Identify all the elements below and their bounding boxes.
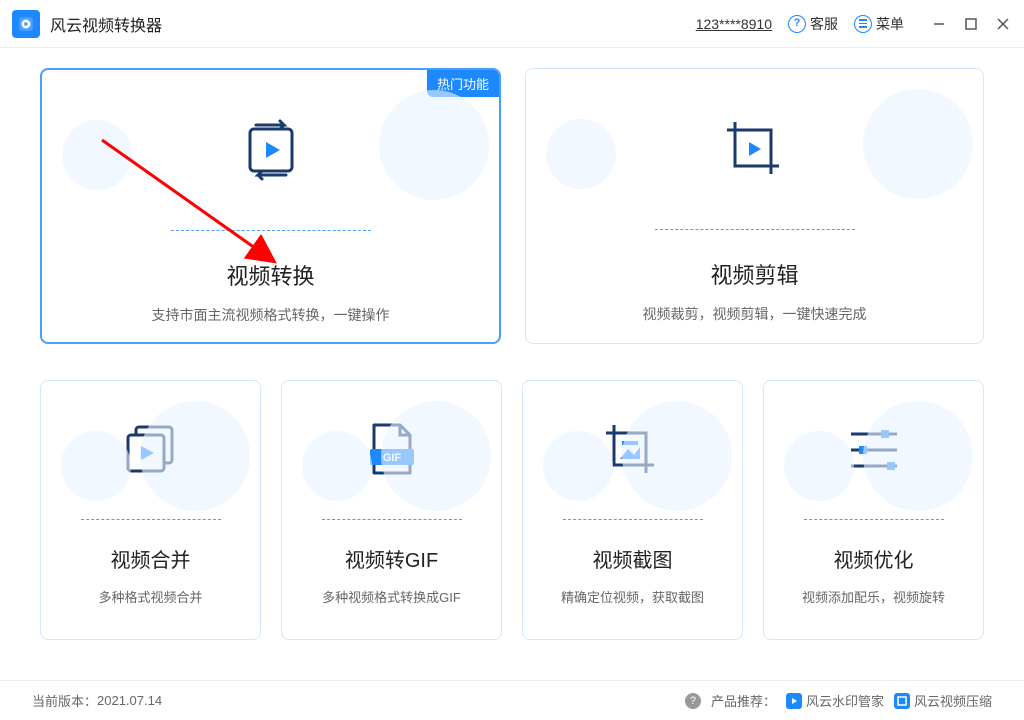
card-desc: 支持市面主流视频格式转换，一键操作 — [152, 305, 390, 325]
app-logo-icon — [12, 10, 40, 38]
card-desc: 多种格式视频合并 — [98, 587, 202, 606]
svg-text:GIF: GIF — [382, 452, 401, 464]
card-title: 视频转换 — [226, 259, 314, 291]
version-number: 2021.07.14 — [97, 693, 162, 708]
menu-button[interactable]: 菜单 — [854, 14, 904, 34]
product-icon — [786, 693, 802, 709]
card-title: 视频合并 — [111, 544, 191, 573]
support-label: 客服 — [810, 14, 838, 34]
merge-icon — [120, 419, 182, 481]
maximize-button[interactable] — [962, 15, 980, 33]
card-video-merge[interactable]: 视频合并 多种格式视频合并 — [40, 380, 261, 640]
card-desc: 视频裁剪，视频剪辑，一键快速完成 — [643, 304, 867, 324]
card-video-screenshot[interactable]: 视频截图 精确定位视频，获取截图 — [522, 380, 743, 640]
recommend-link-compress[interactable]: 风云视频压缩 — [894, 691, 992, 710]
version-label: 当前版本： — [32, 691, 97, 710]
screenshot-icon — [600, 419, 666, 481]
product-icon — [894, 693, 910, 709]
card-video-to-gif[interactable]: GIF 视频转GIF 多种视频格式转换成GIF — [281, 380, 502, 640]
headset-icon: ? — [788, 15, 806, 33]
card-desc: 多种视频格式转换成GIF — [322, 587, 461, 606]
close-button[interactable] — [994, 15, 1012, 33]
app-title: 风云视频转换器 — [50, 12, 162, 36]
card-title: 视频剪辑 — [710, 258, 798, 290]
card-desc: 视频添加配乐，视频旋转 — [802, 587, 945, 606]
support-button[interactable]: ? 客服 — [788, 14, 838, 34]
sliders-icon — [843, 422, 905, 478]
card-title: 视频截图 — [593, 544, 673, 573]
recommend-link-watermark[interactable]: 风云水印管家 — [786, 691, 884, 710]
menu-icon — [854, 15, 872, 33]
crop-icon — [717, 114, 793, 184]
card-title: 视频转GIF — [345, 544, 438, 573]
card-title: 视频优化 — [834, 544, 914, 573]
card-desc: 精确定位视频，获取截图 — [561, 587, 704, 606]
minimize-button[interactable] — [930, 15, 948, 33]
card-video-edit[interactable]: 视频剪辑 视频裁剪，视频剪辑，一键快速完成 — [525, 68, 984, 344]
footer: 当前版本： 2021.07.14 ? 产品推荐： 风云水印管家 风云视频压缩 — [0, 680, 1024, 720]
recommend-label: 产品推荐： — [711, 691, 776, 710]
card-video-optimize[interactable]: 视频优化 视频添加配乐，视频旋转 — [763, 380, 984, 640]
account-link[interactable]: 123****8910 — [696, 16, 772, 32]
convert-icon — [236, 115, 306, 185]
help-icon[interactable]: ? — [685, 693, 701, 709]
gif-icon: GIF — [364, 419, 420, 481]
titlebar: 风云视频转换器 123****8910 ? 客服 菜单 — [0, 0, 1024, 48]
card-video-convert[interactable]: 热门功能 视频转换 支持市面主流视频格式转换，一键操作 — [40, 68, 501, 344]
menu-label: 菜单 — [876, 14, 904, 34]
